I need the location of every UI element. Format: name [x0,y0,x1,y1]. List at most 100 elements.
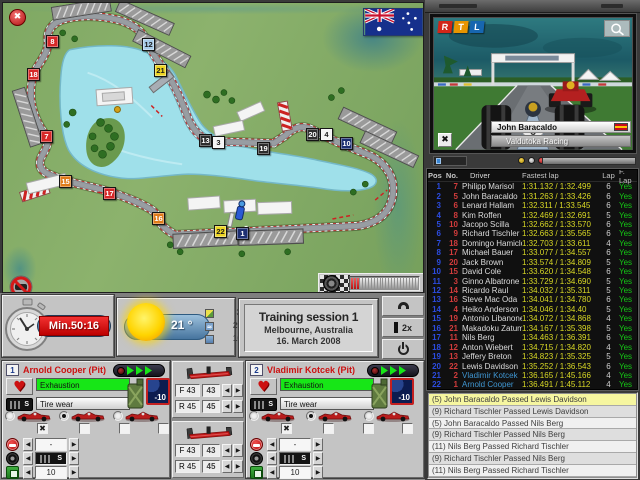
standings-row[interactable]: 1519Antonio Libanone1:34.072 / 1:34.8684… [428,314,637,323]
car-setup-radio[interactable] [5,411,15,421]
decrease-button[interactable]: ◀ [222,444,232,457]
decrease-button[interactable]: ◀ [222,460,232,473]
gauge-tick [354,278,356,289]
standings-row[interactable]: 36Lenard Hallam1:32.311 / 1:33.5456Yes [428,201,637,210]
boost-gauge[interactable] [113,364,165,377]
increase-button[interactable]: ▶ [69,452,79,465]
standings-row[interactable]: 69Richard Tischler1:32.663 / 1:35.5656Ye… [428,229,637,238]
strategy-checkbox[interactable] [323,423,334,434]
strategy-checkbox[interactable] [402,423,413,434]
event-log-entry: (5) John Baracaldo Passed Nils Berg [429,418,636,430]
tv-close-button[interactable]: ✖ [438,133,452,147]
car-setup-radio[interactable] [364,411,374,421]
sector-marker-3: 3 [212,136,225,149]
rtl-letter: T [453,21,468,33]
car-setup-radio[interactable] [59,411,69,421]
tires-icon[interactable] [6,452,19,465]
standings-row[interactable]: 1621Makadoku Zatuma1:34.167 / 1:35.3985Y… [428,324,637,333]
standings-row[interactable]: 1711Nils Berg1:34.463 / 1:36.3916Yes [428,333,637,342]
boost-gauge[interactable] [367,364,419,377]
tires-icon[interactable] [250,452,263,465]
standings-row[interactable]: 48Kim Roffen1:32.469 / 1:32.6915Yes [428,210,637,219]
power-button[interactable] [382,339,424,359]
fuel-icon[interactable] [250,466,263,479]
driver-name: Arnold Cooper (Pit) [23,365,106,375]
car-icon [260,410,296,422]
gray-dot-button[interactable] [528,157,535,164]
yellow-dot-button[interactable] [518,157,525,164]
standings-row[interactable]: 221Arnold Cooper1:36.491 / 1:45.1124Yes [428,380,637,389]
audio-button[interactable] [382,296,424,316]
tv-volume-slider[interactable] [433,156,467,166]
standings-row[interactable]: 1913Jeffery Breton1:34.823 / 1:35.3255Ye… [428,352,637,361]
decrease-button[interactable]: ◀ [222,384,232,397]
gauge-tick [410,278,412,289]
tv-scrollbar[interactable] [542,157,636,165]
car-setup-radio[interactable] [249,411,259,421]
decrease-button[interactable]: ◀ [222,400,232,413]
slider-handle[interactable] [436,158,441,164]
decrease-button[interactable]: ◀ [267,438,277,451]
increase-button[interactable]: ▶ [313,452,323,465]
car-setup-radio[interactable] [113,411,123,421]
gauge-tick [375,278,377,289]
standings-row[interactable]: 25John Baracaldo1:31.263 / 1:33.4266Yes [428,191,637,200]
standings-row[interactable]: 144Heiko Anderson1:34.046 / 1:34.405Yes [428,305,637,314]
standings-row[interactable]: 817Michael Bauer1:33.077 / 1:34.5576Yes [428,248,637,257]
increase-button[interactable]: ▶ [313,466,323,479]
standings-row[interactable]: 718Domingo Hamiclo1:32.703 / 1:33.6114Ye… [428,239,637,248]
event-log-entry: (9) Richard Tischler Passed Nils Berg [429,429,636,441]
strategy-checkbox[interactable]: ✖ [281,423,292,434]
gauge-tick [378,278,380,289]
fuel-row: ◀ 10 ▶ [247,466,423,479]
decrease-button[interactable]: ◀ [267,452,277,465]
increase-button[interactable]: ▶ [233,400,243,413]
increase-button[interactable]: ▶ [233,460,243,473]
decrease-button[interactable]: ◀ [23,466,33,479]
close-icon[interactable]: ✖ [9,9,26,26]
zoom-icon[interactable] [604,20,630,37]
strategy-checkbox[interactable] [119,423,130,434]
standings-row[interactable]: 212Vladimir Kotcek1:36.165 / 1:45.1664Ye… [428,371,637,380]
sector-marker-13: 13 [199,134,212,147]
standings-row[interactable]: 1316Steve Mac Oda1:34.041 / 1:34.7806Yes [428,295,637,304]
decrease-button[interactable]: ◀ [267,466,277,479]
strategy-checkbox[interactable] [363,423,374,434]
car-icon [70,410,106,422]
decrease-button[interactable]: ◀ [23,438,33,451]
tv-window[interactable]: 6 R T L John Baracaldo 2 Valdutoka Racin… [430,14,636,153]
fuel-icon[interactable] [6,466,19,479]
standings-row[interactable]: 1812Anton Wiebert1:34.715 / 1:34.8204Yes [428,342,637,351]
standings-row[interactable]: 113Ginno Albatrone1:33.729 / 1:34.6905Ye… [428,276,637,285]
boost-knob [371,367,379,375]
sector-marker-21: 21 [154,64,167,77]
strategy-checkbox[interactable] [79,423,90,434]
increase-button[interactable]: ▶ [69,438,79,451]
gauge-tick [404,278,406,289]
event-log[interactable]: (5) John Baracaldo Passed Lewis Davidson… [427,392,638,479]
track-map[interactable]: 812211871331920410151716221 ✖ [2,2,424,293]
standings-row[interactable]: 1015David Cole1:33.620 / 1:34.5486Yes [428,267,637,276]
increase-button[interactable]: ▶ [233,384,243,397]
standings-row[interactable]: 920Jack Brown1:33.574 / 1:34.8095Yes [428,258,637,267]
speed-button[interactable]: 2x [382,318,424,338]
standings-row[interactable]: 1214Ricardo Raul1:34.032 / 1:35.3115Yes [428,286,637,295]
strategy-checkbox[interactable] [158,423,169,434]
stop-icon[interactable] [6,438,19,451]
event-log-entry: (11) Nils Berg Passed Richard Tischler [429,441,636,453]
car-setup-radio[interactable] [306,411,316,421]
increase-button[interactable]: ▶ [233,444,243,457]
sector-marker-22: 22 [214,225,227,238]
standings-row[interactable]: 510Jacopo Scilla1:32.662 / 1:33.5706Yes [428,220,637,229]
strategy-checkbox[interactable]: ✖ [37,423,48,434]
progress-ticks [349,276,420,291]
headphones-icon [398,302,409,309]
standings-row[interactable]: 2022Lewis Davidson1:35.252 / 1:36.5436Ye… [428,361,637,370]
session-date: 16. March 2008 [276,336,340,346]
timing-table: Pos No. Driver Fastest lap Lap F. Lap 17… [427,169,638,390]
increase-button[interactable]: ▶ [313,438,323,451]
stop-icon[interactable] [250,438,263,451]
standings-row[interactable]: 17Philipp Marisol1:31.132 / 1:32.4996Yes [428,182,637,191]
decrease-button[interactable]: ◀ [23,452,33,465]
increase-button[interactable]: ▶ [69,466,79,479]
